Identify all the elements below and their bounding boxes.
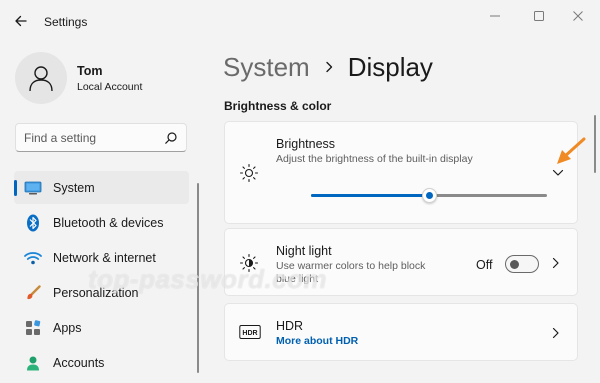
sidebar-item-bluetooth[interactable]: Bluetooth & devices	[14, 206, 189, 239]
sidebar-item-apps[interactable]: Apps	[14, 311, 189, 344]
sidebar-item-personalization[interactable]: Personalization	[14, 276, 189, 309]
search-box[interactable]	[15, 123, 187, 152]
expand-button[interactable]	[551, 166, 565, 180]
sidebar-item-system[interactable]: System	[14, 171, 189, 204]
search-input[interactable]	[24, 130, 164, 146]
chevron-right-icon	[552, 327, 559, 339]
page-title: Display	[347, 51, 433, 82]
monitor-icon	[24, 179, 42, 197]
close-icon	[573, 11, 583, 21]
user-name: Tom	[77, 64, 103, 78]
user-avatar-icon	[29, 66, 53, 92]
sidebar-item-label: Network & internet	[53, 250, 156, 265]
hdr-card[interactable]: HDR HDR More about HDR	[224, 303, 578, 361]
person-icon	[24, 354, 42, 372]
chevron-right-icon	[324, 61, 334, 73]
hdr-link[interactable]: More about HDR	[276, 335, 358, 347]
toggle-knob	[510, 259, 519, 269]
brightness-title: Brightness	[276, 137, 336, 151]
chevron-down-icon	[552, 169, 564, 176]
brightness-card: Brightness Adjust the brightness of the …	[224, 121, 578, 224]
sun-icon	[239, 163, 259, 183]
night-light-toggle[interactable]	[505, 255, 539, 273]
sidebar-item-label: Personalization	[53, 285, 139, 300]
night-light-card[interactable]: Night light Use warmer colors to help bl…	[224, 228, 578, 296]
sidebar-item-label: Bluetooth & devices	[53, 215, 164, 230]
minimize-button[interactable]	[482, 6, 508, 26]
hdr-title: HDR	[276, 319, 304, 333]
sidebar-nav: System Bluetooth & devices Network & int…	[14, 171, 189, 381]
hdr-icon: HDR	[239, 322, 261, 342]
close-button[interactable]	[565, 6, 591, 26]
hdr-open-button[interactable]	[549, 326, 563, 340]
night-light-description: Use warmer colors to help block	[276, 260, 426, 272]
sidebar-item-network[interactable]: Network & internet	[14, 241, 189, 274]
night-light-description-2: blue light	[276, 273, 319, 285]
avatar	[15, 52, 67, 104]
slider-thumb[interactable]	[421, 188, 437, 203]
slider-fill	[311, 194, 429, 197]
brightness-slider[interactable]	[311, 188, 547, 203]
account-type: Local Account	[77, 81, 143, 93]
sidebar-item-label: System	[53, 180, 95, 195]
section-heading: Brightness & color	[224, 99, 332, 113]
annotation-arrow-icon	[557, 137, 586, 164]
title-bar: Settings	[0, 0, 600, 40]
toggle-state-label: Off	[476, 258, 493, 272]
night-light-icon	[239, 253, 259, 273]
active-indicator	[14, 180, 17, 196]
minimize-icon	[490, 15, 500, 17]
maximize-icon	[534, 11, 544, 21]
app-title: Settings	[44, 15, 88, 29]
sidebar-item-label: Apps	[53, 320, 82, 335]
back-button[interactable]	[10, 10, 32, 32]
night-light-title: Night light	[276, 244, 332, 258]
breadcrumb: System Display	[223, 50, 433, 84]
back-arrow-icon	[15, 15, 27, 27]
apps-icon	[24, 319, 42, 337]
search-icon[interactable]	[164, 131, 178, 145]
wifi-icon	[24, 249, 42, 267]
main-scrollbar[interactable]	[594, 115, 596, 173]
maximize-button[interactable]	[526, 6, 552, 26]
chevron-right-icon	[552, 257, 559, 269]
night-light-open-button[interactable]	[549, 256, 563, 270]
user-profile[interactable]: Tom Local Account	[15, 52, 195, 110]
sidebar-scrollbar[interactable]	[197, 183, 199, 373]
bluetooth-icon	[24, 214, 42, 232]
brightness-description: Adjust the brightness of the built-in di…	[276, 153, 473, 165]
brush-icon	[24, 284, 42, 302]
sidebar-item-label: Accounts	[53, 355, 105, 370]
sidebar-item-accounts[interactable]: Accounts	[14, 346, 189, 379]
svg-text:HDR: HDR	[242, 330, 257, 337]
breadcrumb-parent[interactable]: System	[223, 52, 310, 83]
